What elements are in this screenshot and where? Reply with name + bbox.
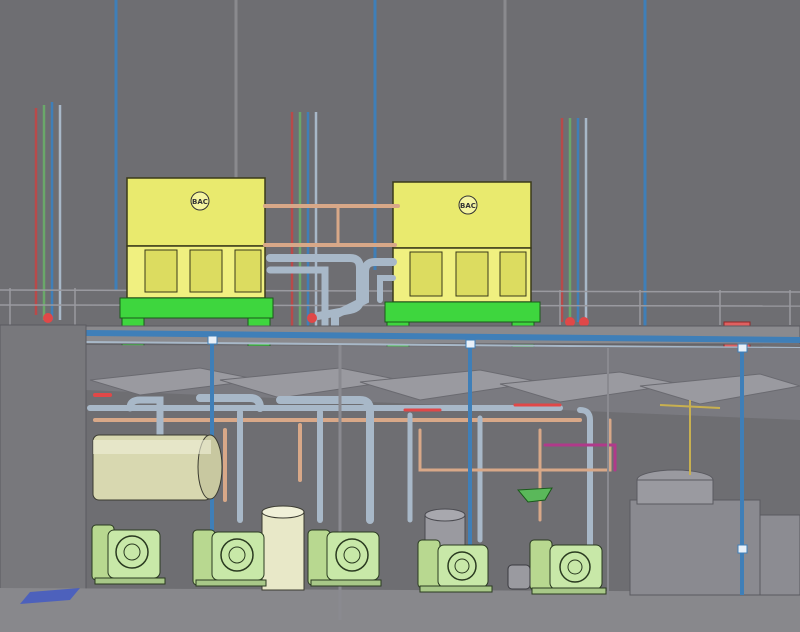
vertical-vessel-1 xyxy=(261,505,305,591)
left-wall-block xyxy=(0,324,87,606)
condenser-base-2 xyxy=(384,301,541,323)
condenser-logo-2: BAC xyxy=(458,195,478,215)
compressor-5 xyxy=(529,539,607,595)
compressor-4 xyxy=(417,539,493,593)
condenser-base-1 xyxy=(119,297,274,319)
refrigeration-plant-3d-model: BAC BAC xyxy=(0,0,800,632)
small-pump xyxy=(507,564,531,590)
svg-text:BAC: BAC xyxy=(192,198,208,206)
compressor-3 xyxy=(307,529,382,587)
compressor-1 xyxy=(91,524,166,585)
condenser-logo-1: BAC xyxy=(190,191,210,211)
compressor-2 xyxy=(192,529,267,587)
horizontal-receiver xyxy=(92,434,223,501)
svg-text:BAC: BAC xyxy=(460,202,476,210)
